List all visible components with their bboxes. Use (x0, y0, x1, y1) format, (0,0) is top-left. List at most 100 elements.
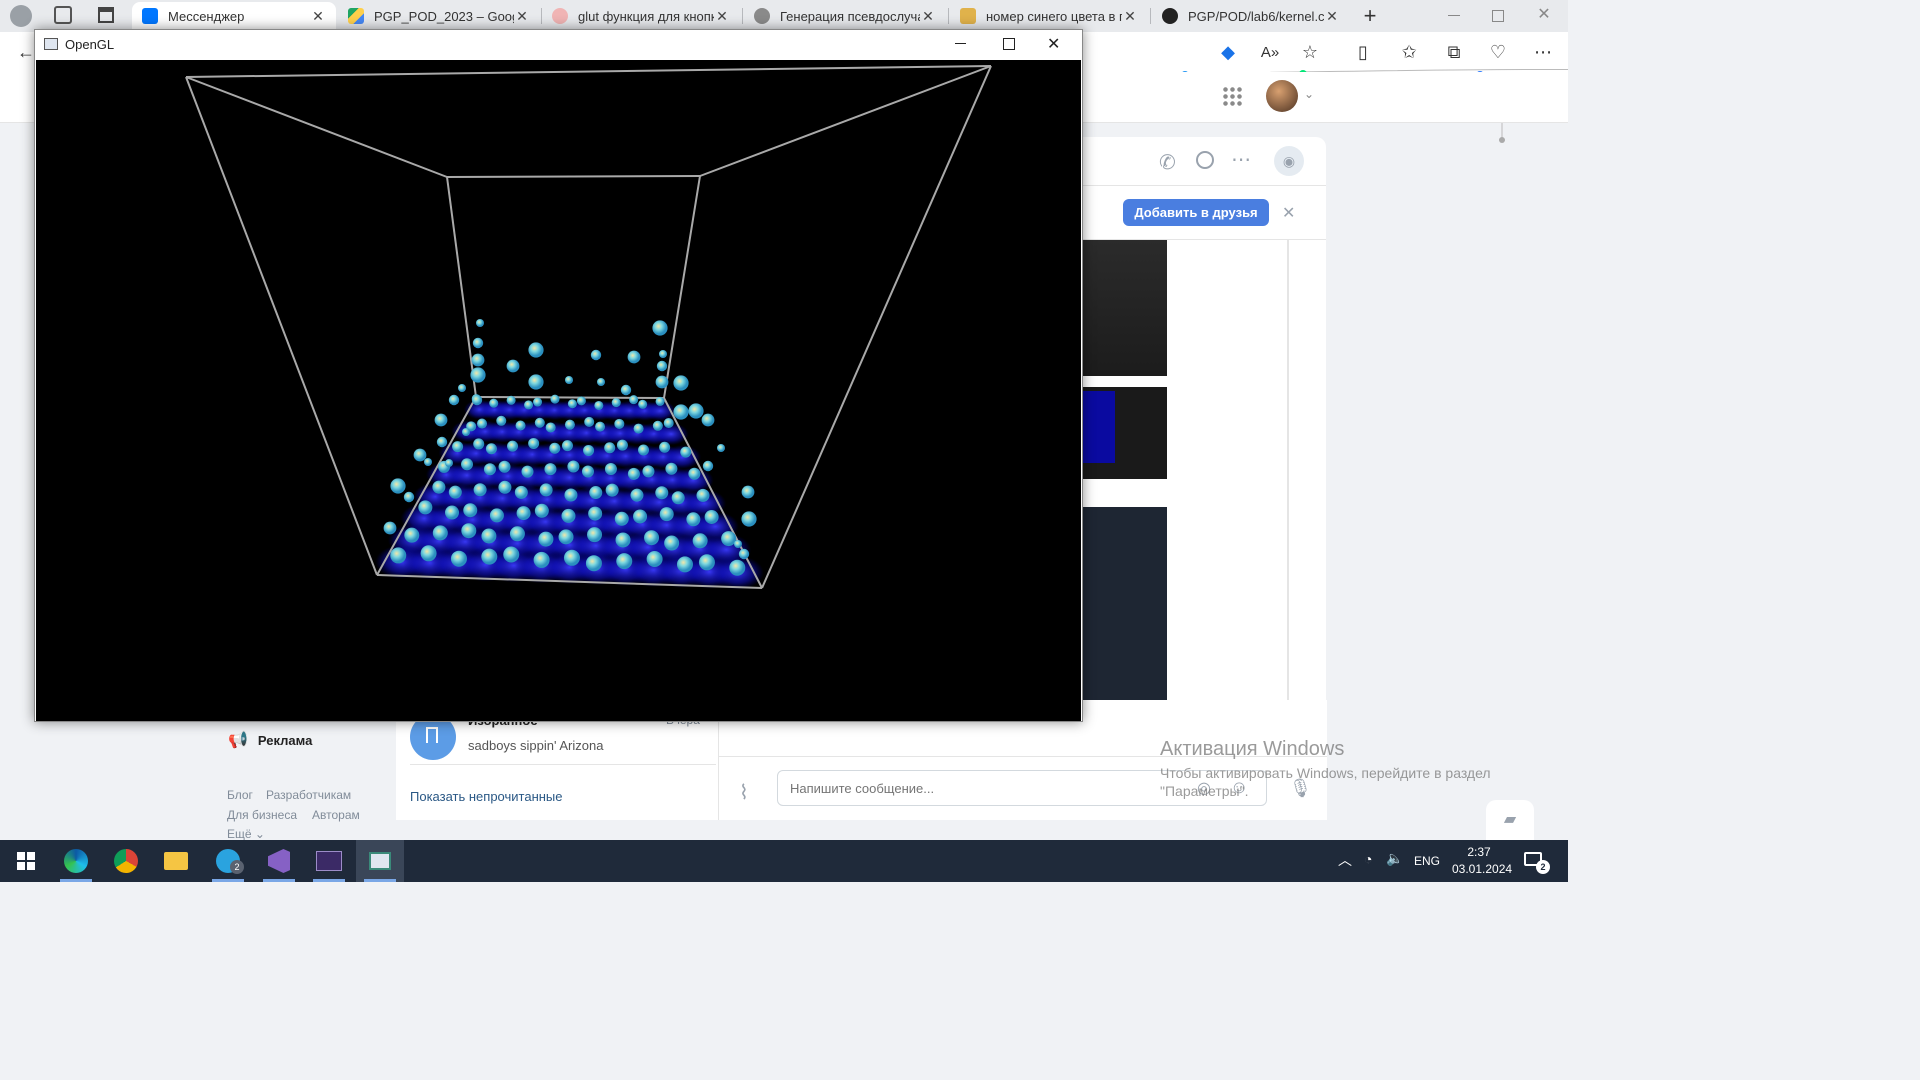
start-button[interactable] (2, 840, 50, 882)
particles (383, 319, 757, 576)
particle (581, 465, 594, 478)
particle (561, 440, 573, 452)
clock-date: 03.01.2024 (1452, 862, 1513, 876)
particle (450, 550, 467, 567)
tab-actions-icon[interactable] (98, 7, 114, 23)
restore-icon[interactable] (1492, 10, 1504, 22)
attach-paperclip-icon[interactable]: ⌇ (739, 780, 749, 805)
particle (642, 465, 655, 478)
particle (514, 485, 528, 499)
windows-taskbar: 2 ︿ ◔ 🔈 ENG 2:37 03.01.2024 2 (0, 840, 1568, 882)
yandex-icon (552, 8, 568, 24)
phone-icon[interactable]: ✆ (1159, 150, 1176, 175)
add-friend-button[interactable]: Добавить в друзья (1123, 199, 1269, 226)
taskbar-opengl-app[interactable] (356, 840, 404, 882)
tab-google-drive[interactable]: PGP_POD_2023 – Google ✕ (338, 2, 540, 30)
opengl-window[interactable]: OpenGL ✕ (34, 29, 1083, 722)
favorites-icon[interactable]: ✩ (1397, 40, 1421, 64)
close-icon[interactable]: ✕ (1324, 8, 1340, 25)
coupon-tag-icon[interactable]: ◆ (1216, 40, 1240, 64)
tab-yandex[interactable]: glut функция для кнопк ✕ (542, 2, 740, 30)
sidebar-item-ads[interactable]: 📢 Реклама (228, 730, 312, 750)
taskbar-edge[interactable] (52, 840, 100, 882)
windows-activation-watermark: Активация Windows Чтобы активировать Win… (1160, 738, 1491, 799)
more-menu-icon[interactable]: ⋯ (1531, 40, 1555, 64)
screenshot-thumbnail[interactable] (1081, 240, 1167, 376)
particle (655, 375, 669, 389)
volume-icon[interactable]: 🔈 (1386, 850, 1403, 867)
profile-icon[interactable] (10, 5, 32, 27)
language-indicator[interactable]: ENG (1414, 854, 1440, 868)
particle (686, 512, 701, 527)
tab-blue-color[interactable]: номер синего цвета в п ✕ (950, 2, 1148, 30)
close-icon[interactable]: ✕ (714, 8, 730, 25)
favorite-star-icon[interactable]: ☆ (1298, 40, 1322, 64)
taskbar-console[interactable] (305, 840, 353, 882)
particle (452, 441, 464, 453)
activation-body: Чтобы активировать Windows, перейдите в … (1160, 765, 1491, 781)
particle (461, 523, 477, 539)
show-unread-button[interactable]: Показать непрочитанные (410, 789, 563, 804)
new-tab-button[interactable]: + (1360, 2, 1380, 30)
footer-link-authors[interactable]: Авторам (312, 808, 360, 822)
avatar[interactable] (1266, 80, 1298, 112)
browser-essentials-icon[interactable]: ♡ (1486, 40, 1510, 64)
close-icon[interactable]: ✕ (1047, 34, 1060, 54)
divider (410, 764, 716, 765)
minimize-icon[interactable] (1448, 15, 1460, 16)
screenshot-thumbnail[interactable] (1081, 387, 1167, 479)
minimize-icon[interactable] (955, 43, 966, 44)
particle (659, 350, 667, 358)
close-icon[interactable]: ✕ (310, 8, 326, 25)
chat-bubble-icon[interactable]: ▰ (1486, 800, 1534, 840)
search-icon[interactable] (1196, 151, 1214, 169)
split-screen-icon[interactable]: ▯ (1351, 40, 1375, 64)
particle (463, 503, 478, 518)
taskbar-explorer[interactable] (152, 840, 200, 882)
vk-messenger-icon (142, 8, 158, 24)
close-icon[interactable]: ✕ (1122, 8, 1138, 25)
workspaces-icon[interactable] (54, 6, 72, 24)
chevron-down-icon[interactable]: ⌄ (1304, 87, 1314, 101)
particle (462, 428, 470, 436)
more-horizontal-icon[interactable]: ⋯ (1231, 147, 1251, 172)
particle (481, 528, 497, 544)
particle (688, 467, 701, 480)
particle (630, 488, 644, 502)
close-icon[interactable]: ✕ (1282, 203, 1295, 223)
particle (646, 551, 663, 568)
clock[interactable]: 2:37 03.01.2024 (1452, 844, 1513, 878)
box-edge (185, 65, 992, 78)
footer-link-blog[interactable]: Блог (227, 788, 253, 802)
show-hidden-icons-chevron[interactable]: ︿ (1338, 850, 1352, 870)
footer-link-business[interactable]: Для бизнеса (227, 808, 297, 822)
site-icon (754, 8, 770, 24)
maximize-icon[interactable] (1003, 38, 1015, 50)
footer-link-developers[interactable]: Разработчикам (266, 788, 351, 802)
chat-scrollbar[interactable] (1287, 240, 1289, 720)
opengl-viewport[interactable] (36, 60, 1081, 721)
close-window-icon[interactable]: ✕ (1534, 4, 1554, 26)
screenshot-thumbnail[interactable] (1081, 507, 1167, 705)
wifi-icon[interactable]: ◔ (1364, 851, 1372, 867)
taskbar-telegram[interactable]: 2 (204, 840, 252, 882)
close-icon[interactable]: ✕ (920, 8, 936, 25)
particle (471, 394, 483, 406)
tab-github[interactable]: PGP/POD/lab6/kernel.cu ✕ (1152, 2, 1350, 30)
tab-messenger[interactable]: Мессенджер ✕ (132, 2, 336, 30)
particle (597, 378, 605, 386)
particle (615, 532, 631, 548)
collections-icon[interactable]: ⧉ (1442, 40, 1466, 64)
particle (515, 420, 526, 431)
taskbar-chrome[interactable] (102, 840, 150, 882)
camera-icon[interactable]: ◉ (1274, 146, 1304, 176)
particle (472, 337, 484, 349)
taskbar-visual-studio[interactable] (255, 840, 303, 882)
particle-box-scene[interactable] (36, 60, 1081, 721)
read-aloud-icon[interactable]: A» (1258, 40, 1282, 64)
apps-grid-icon[interactable] (1222, 86, 1242, 106)
tab-random-generation[interactable]: Генерация псевдослуча ✕ (744, 2, 946, 30)
close-icon[interactable]: ✕ (514, 8, 530, 25)
footer-more-link[interactable]: Ещё ⌄ (227, 827, 265, 841)
opengl-title-bar[interactable]: OpenGL ✕ (35, 30, 1082, 60)
